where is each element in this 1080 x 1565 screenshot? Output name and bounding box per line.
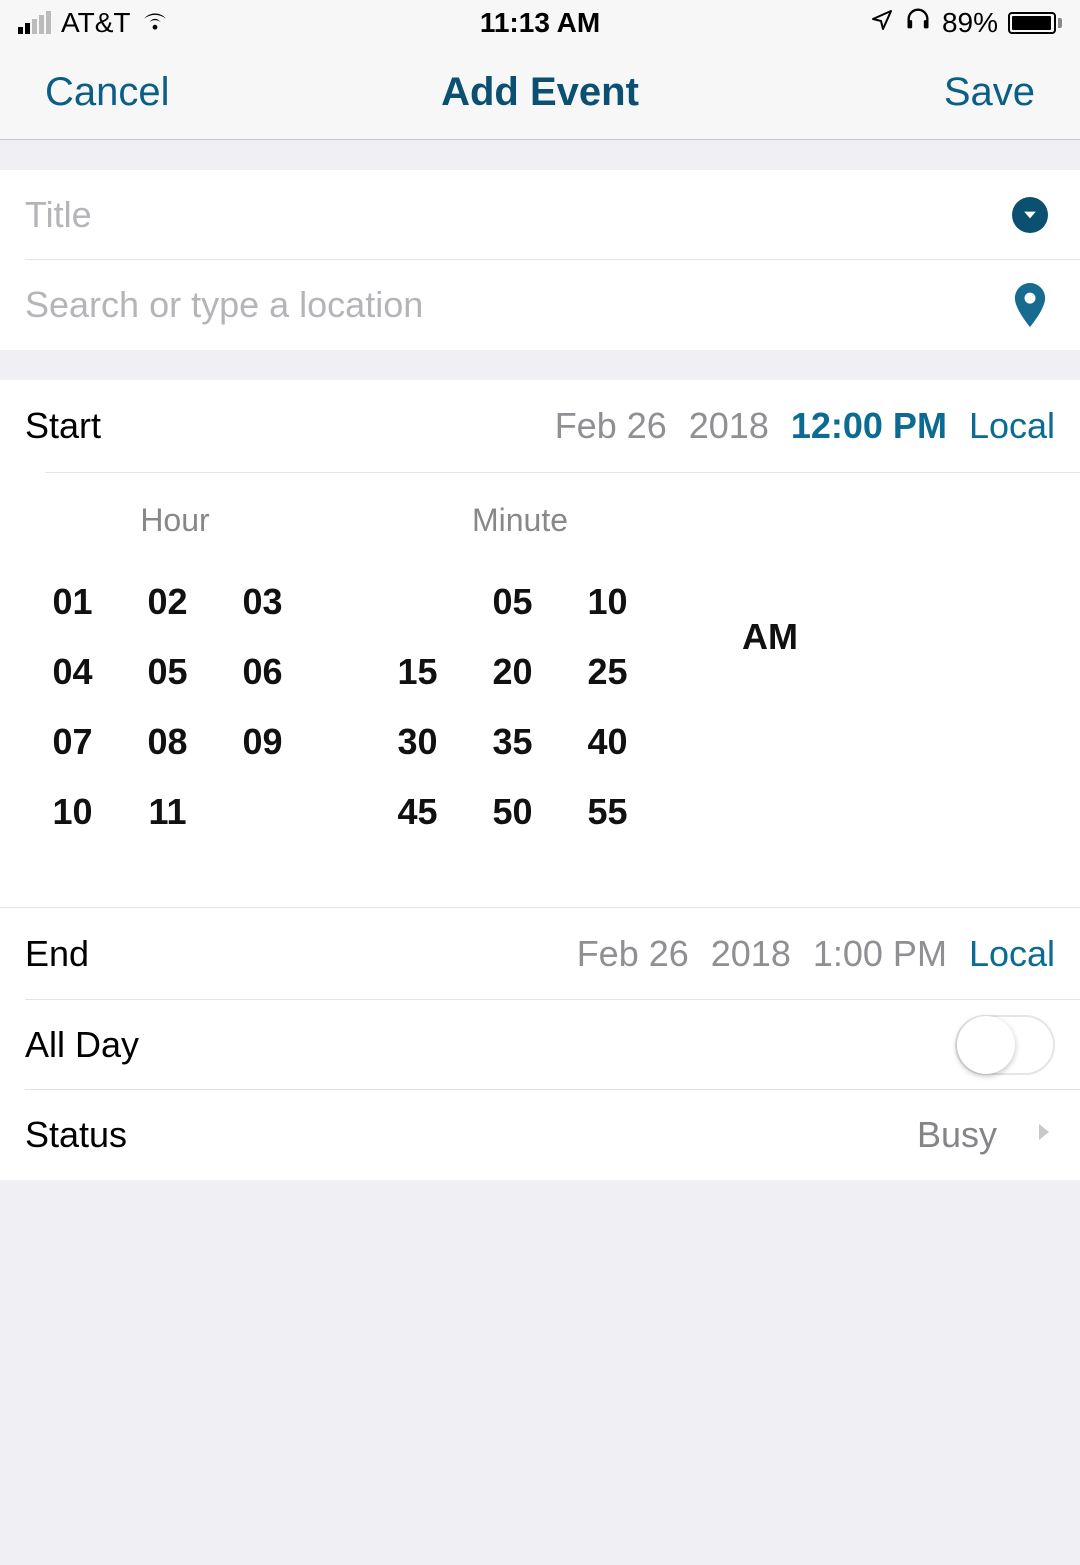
minute-20[interactable]: 20 <box>465 637 560 707</box>
end-year: 2018 <box>711 933 791 975</box>
end-date: Feb 26 <box>577 933 689 975</box>
minute-55[interactable]: 55 <box>560 777 655 847</box>
status-value: Busy <box>917 1114 997 1156</box>
battery-percent: 89% <box>942 7 998 39</box>
minute-45[interactable]: 45 <box>370 777 465 847</box>
title-row <box>0 170 1080 260</box>
hour-02[interactable]: 02 <box>120 567 215 637</box>
start-label: Start <box>25 405 101 447</box>
time-picker: Hour Minute 010203040506070809101112 000… <box>0 472 1080 907</box>
hour-12[interactable]: 12 <box>215 777 310 847</box>
hour-11[interactable]: 11 <box>120 777 215 847</box>
minute-50[interactable]: 50 <box>465 777 560 847</box>
start-tz[interactable]: Local <box>969 405 1055 447</box>
location-input[interactable] <box>25 284 1005 326</box>
am-option[interactable]: AM <box>735 602 805 672</box>
minute-header: Minute <box>365 502 675 539</box>
allday-label: All Day <box>25 1024 139 1066</box>
pm-option[interactable]: PM <box>735 742 805 812</box>
battery-icon <box>1008 12 1062 34</box>
carrier-label: AT&T <box>61 7 130 39</box>
hour-04[interactable]: 04 <box>25 637 120 707</box>
hour-06[interactable]: 06 <box>215 637 310 707</box>
location-arrow-icon <box>870 7 894 39</box>
start-row[interactable]: Start Feb 26 2018 12:00 PM Local <box>0 380 1080 472</box>
end-tz[interactable]: Local <box>969 933 1055 975</box>
location-row <box>0 260 1080 350</box>
status-bar: AT&T 11:13 AM 89% <box>0 0 1080 45</box>
status-row[interactable]: Status Busy <box>0 1090 1080 1180</box>
cancel-button[interactable]: Cancel <box>45 70 170 115</box>
wifi-icon <box>140 7 170 39</box>
end-row[interactable]: End Feb 26 2018 1:00 PM Local <box>0 907 1080 1000</box>
headphones-icon <box>904 5 932 40</box>
end-label: End <box>25 933 89 975</box>
chevron-right-icon <box>1031 1114 1055 1156</box>
minute-05[interactable]: 05 <box>465 567 560 637</box>
nav-bar: Cancel Add Event Save <box>0 45 1080 140</box>
hour-grid: 010203 040506 070809 101112 <box>25 567 310 847</box>
location-pin-icon[interactable] <box>1005 283 1055 327</box>
minute-30[interactable]: 30 <box>370 707 465 777</box>
hour-07[interactable]: 07 <box>25 707 120 777</box>
minute-10[interactable]: 10 <box>560 567 655 637</box>
allday-row: All Day <box>0 1000 1080 1090</box>
allday-toggle[interactable] <box>955 1015 1055 1075</box>
save-button[interactable]: Save <box>944 70 1035 115</box>
voice-icon[interactable] <box>1005 197 1055 233</box>
hour-header: Hour <box>25 502 325 539</box>
hour-10[interactable]: 10 <box>25 777 120 847</box>
hour-03[interactable]: 03 <box>215 567 310 637</box>
start-time: 12:00 PM <box>791 405 947 447</box>
hour-05[interactable]: 05 <box>120 637 215 707</box>
minute-40[interactable]: 40 <box>560 707 655 777</box>
end-time: 1:00 PM <box>813 933 947 975</box>
start-year: 2018 <box>689 405 769 447</box>
hour-08[interactable]: 08 <box>120 707 215 777</box>
hour-01[interactable]: 01 <box>25 567 120 637</box>
minute-35[interactable]: 35 <box>465 707 560 777</box>
status-time: 11:13 AM <box>480 7 600 39</box>
minute-15[interactable]: 15 <box>370 637 465 707</box>
minute-25[interactable]: 25 <box>560 637 655 707</box>
minute-00[interactable]: 00 <box>370 567 465 637</box>
signal-icon <box>18 11 51 34</box>
ampm-toggle: AM PM <box>735 602 805 812</box>
minute-grid: 000510 152025 303540 455055 <box>370 567 655 847</box>
title-input[interactable] <box>25 194 1005 236</box>
status-label: Status <box>25 1114 127 1156</box>
hour-09[interactable]: 09 <box>215 707 310 777</box>
page-title: Add Event <box>441 70 639 115</box>
start-date: Feb 26 <box>555 405 667 447</box>
